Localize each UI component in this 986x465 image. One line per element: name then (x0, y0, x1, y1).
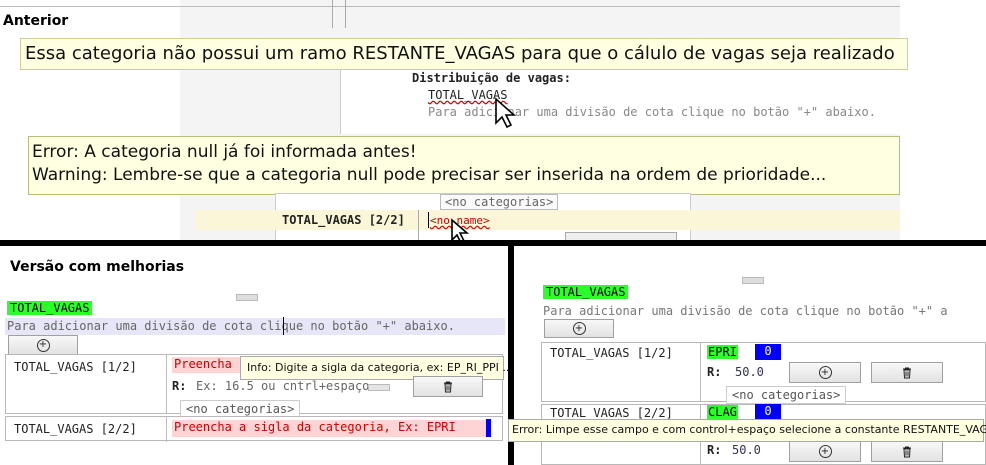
row-2-label: TOTAL_VAGAS [2/2] (550, 406, 673, 420)
banner-warning-tooltip: Essa categoria não possui um ramo RESTAN… (20, 38, 908, 70)
r-value-input[interactable]: 50.0 (732, 443, 761, 457)
banner-warning-text: Essa categoria não possui um ramo RESTAN… (25, 43, 895, 64)
divider-line (0, 6, 900, 7)
plus-circle-icon: + (818, 366, 832, 379)
field-marker (486, 419, 491, 437)
add-division-button[interactable]: + (544, 319, 614, 338)
left-panel: Versão com melhorias TOTAL_VAGAS Para ad… (0, 246, 513, 465)
add-button[interactable]: + (789, 362, 861, 383)
error-tooltip-text: Error: Limpe esse campo e com control+es… (512, 423, 986, 436)
error-tooltip: Error: Limpe esse campo e com control+es… (508, 419, 986, 442)
plus-circle-icon: + (818, 445, 832, 458)
r-label: R: (172, 379, 187, 393)
add-button[interactable]: + (789, 441, 861, 462)
no-categorias-label: <no categorias> (440, 194, 559, 210)
error-warning-tooltip: Error: A categoria null já foi informada… (28, 136, 900, 195)
drag-handle[interactable] (236, 294, 258, 301)
mouse-cursor-icon (494, 97, 518, 133)
trash-icon (903, 446, 911, 457)
add-division-button[interactable]: + (8, 335, 78, 355)
text-caret (283, 317, 284, 335)
row-2-label: TOTAL_VAGAS [2/2] (14, 422, 137, 436)
info-tooltip-text: Info: Digite a sigla da categoria, ex: E… (247, 361, 513, 374)
plus-circle-icon: + (572, 322, 586, 335)
delete-button[interactable] (871, 362, 943, 383)
row-1-label: TOTAL_VAGAS [1/2] (550, 346, 673, 360)
total-vagas-label: TOTAL_VAGAS (7, 301, 93, 315)
distribuicao-label: Distribuição de vagas: (412, 71, 571, 85)
row-divider (166, 417, 167, 442)
top-panel: Anterior Essa categoria não possui um ra… (0, 0, 986, 246)
category-name-input[interactable]: EPRI (707, 345, 738, 359)
tooltip-error-line: Error: A categoria null já foi informada… (32, 142, 417, 162)
text-caret (428, 212, 429, 228)
vertical-rule (332, 0, 333, 28)
vertical-rule (345, 0, 346, 28)
r-value-input[interactable]: Ex: 16.5 ou cntrl+espaço (196, 379, 369, 393)
row-divider (700, 343, 701, 401)
drag-handle[interactable] (742, 277, 764, 284)
r-label: R: (707, 443, 722, 457)
row-divider (418, 210, 419, 240)
section-title-melhorias: Versão com melhorias (10, 259, 185, 275)
r-value-input[interactable]: 50.0 (735, 365, 764, 379)
category-name-input[interactable]: Preencha (172, 357, 244, 373)
category-name-input[interactable]: Preencha a sigla da categoria, Ex: EPRI (172, 420, 486, 437)
category-name-input[interactable]: CLAG (707, 405, 738, 419)
row-divider (166, 355, 167, 413)
hint-label: Para adicionar uma divisão de cota cliqu… (7, 319, 455, 333)
plus-circle-icon: + (36, 338, 50, 352)
count-badge: 0 (755, 404, 781, 420)
hint-text: Para adicionar uma divisão de cota cliqu… (5, 318, 505, 335)
count-badge: 0 (755, 344, 781, 360)
hint-text: Para adicionar uma divisão de cota cliqu… (543, 304, 948, 318)
delete-button[interactable] (871, 441, 943, 462)
section-title-anterior: Anterior (3, 13, 69, 29)
r-label: R: (707, 365, 722, 379)
row-1-label: TOTAL_VAGAS [1/2] (14, 360, 137, 374)
delete-button[interactable] (413, 376, 483, 397)
drag-handle[interactable] (368, 384, 390, 391)
trash-icon (903, 367, 911, 378)
trash-icon (444, 381, 452, 392)
tooltip-warning-line: Warning: Lembre-se que a categoria null … (32, 165, 827, 185)
no-categorias-label: <no categorias> (726, 386, 847, 404)
row-label: TOTAL_VAGAS [2/2] (282, 213, 405, 227)
total-vagas-label: TOTAL_VAGAS (543, 285, 629, 299)
